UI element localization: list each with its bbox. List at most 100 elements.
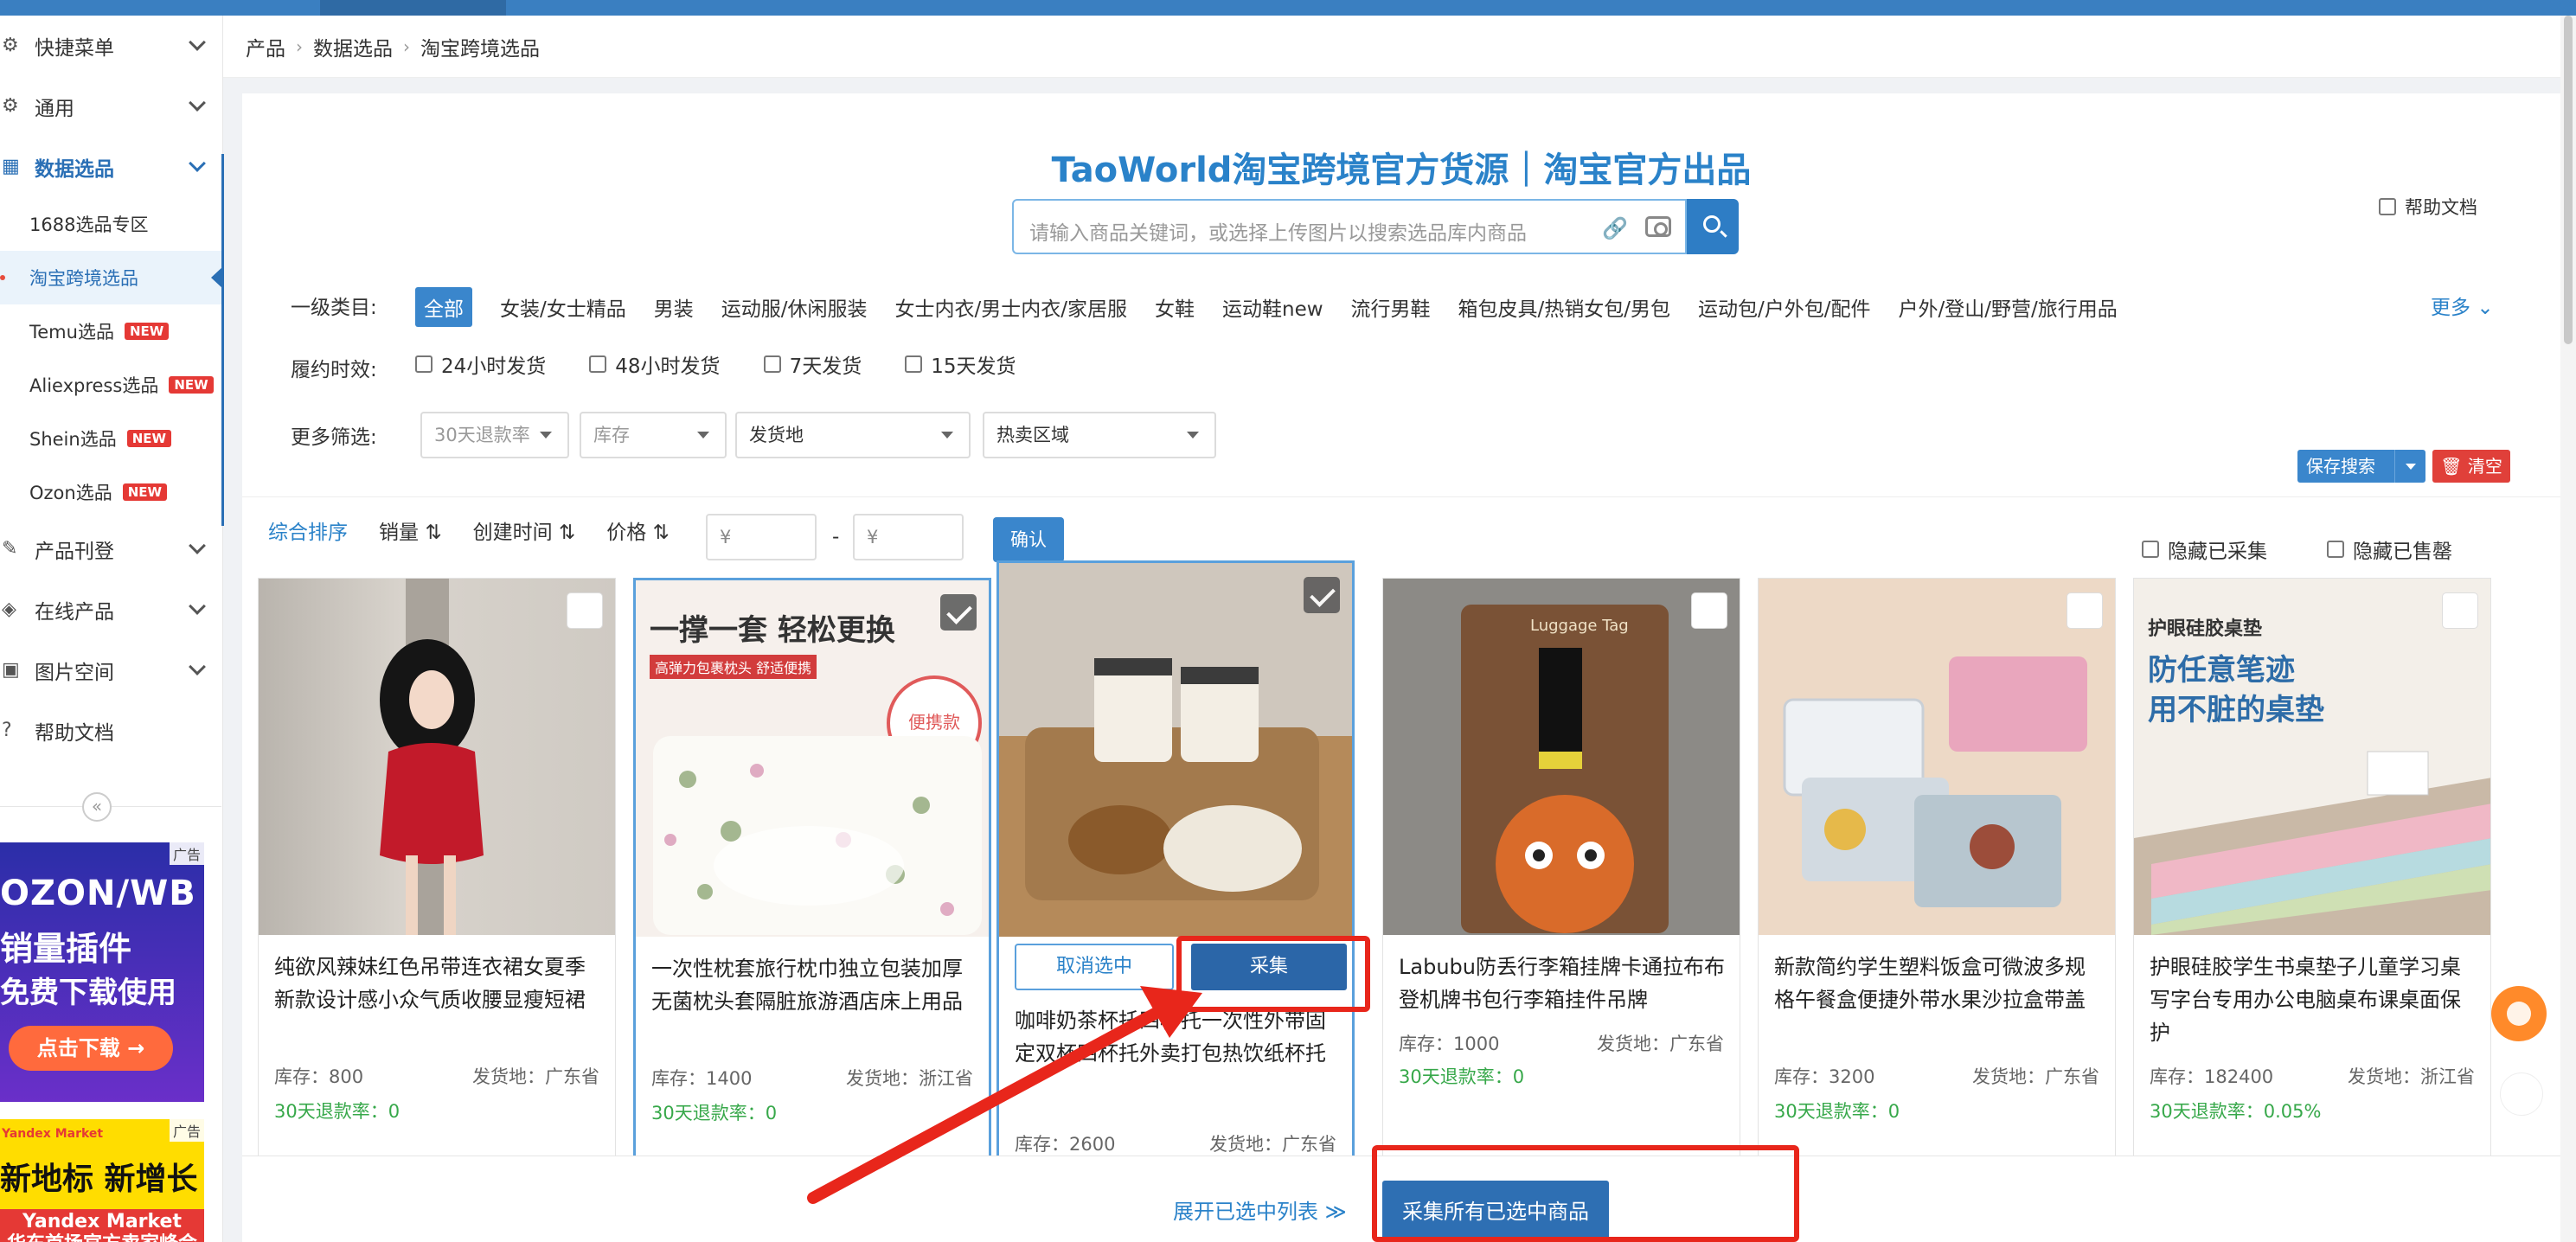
filter-label: 更多筛选: (291, 426, 377, 449)
price-min-input[interactable]: ¥ (706, 514, 817, 560)
menu-online-products[interactable]: ◈ 在线产品 (0, 579, 222, 640)
sidebar-item-taobao[interactable]: 淘宝跨境选品 (0, 251, 223, 304)
select-checkbox[interactable] (1304, 577, 1340, 613)
customer-service-icon[interactable] (2500, 1072, 2543, 1116)
expand-selected-list-link[interactable]: 展开已选中列表 ≫ (1173, 1194, 1347, 1225)
gear-icon: ⚙ (2, 95, 19, 117)
search-button[interactable] (1687, 199, 1739, 254)
product-image[interactable] (999, 563, 1352, 937)
product-title[interactable]: 护眼硅胶学生书桌垫子儿童学习桌写字台专用办公电脑桌布课桌面保护 (2150, 951, 2478, 1049)
menu-listing[interactable]: ✎ 产品刊登 (0, 519, 222, 579)
menu-general[interactable]: ⚙ 通用 (0, 76, 222, 137)
product-title[interactable]: Labubu防丢行李箱挂牌卡通拉布布登机牌书包行李箱挂件吊牌 (1399, 951, 1727, 1016)
product-card[interactable]: 纯欲风辣妹红色吊带连衣裙女夏季新款设计感小众气质收腰显瘦短裙 库存：800 发货… (258, 578, 616, 1242)
sort-created[interactable]: 创建时间 ⇅ (473, 515, 576, 545)
product-image[interactable]: Luggage Tag (1383, 579, 1740, 935)
hide-soldout-option[interactable]: 隐藏已售罄 (2327, 535, 2452, 564)
category-item[interactable]: 全部 (415, 287, 472, 327)
category-item[interactable]: 运动鞋new (1222, 292, 1323, 322)
menu-image-space[interactable]: ▣ 图片空间 (0, 640, 222, 701)
ozon-ad-banner[interactable]: 广告 OZON/WB 销量插件 免费下载使用 点击下载 → (0, 842, 204, 1102)
sidebar-item-temu[interactable]: Temu选品 NEW (0, 304, 222, 358)
ad-download-button[interactable]: 点击下载 → (9, 1026, 173, 1071)
more-categories-link[interactable]: 更多 ⌄ (2431, 291, 2494, 320)
yandex-ad-banner[interactable]: 广告 Yandex Market 新地标 新增长 Yandex Market 华… (0, 1119, 204, 1242)
search-input[interactable]: 请输入商品关键词，或选择上传图片以搜索选品库内商品 🔗 (1012, 199, 1687, 254)
product-card[interactable]: 一撑一套 轻松更换 高弹力包裹枕头 舒适便携 便携款 一次性枕套旅行枕巾独立包装… (633, 578, 991, 1242)
sidebar-item-shein[interactable]: Shein选品 NEW (0, 412, 222, 465)
hot-region-select[interactable]: 热卖区域 (983, 412, 1216, 458)
fulfil-option[interactable]: 24小时发货 (415, 349, 546, 379)
hide-collected-option[interactable]: 隐藏已采集 (2142, 535, 2267, 564)
product-image[interactable] (1759, 579, 2115, 935)
checkbox[interactable] (763, 355, 781, 373)
product-title[interactable]: 纯欲风辣妹红色吊带连衣裙女夏季新款设计感小众气质收腰显瘦短裙 (274, 951, 603, 1016)
product-card[interactable]: 新款简约学生塑料饭盒可微波多规格午餐盒便捷外带水果沙拉盒带盖 库存：3200 发… (1758, 578, 2116, 1242)
checkbox[interactable] (2327, 541, 2344, 558)
sort-sales[interactable]: 销量 ⇅ (379, 515, 442, 545)
ad-tag[interactable]: 广告 (169, 842, 204, 865)
fulfil-option[interactable]: 15天发货 (905, 349, 1016, 379)
stock-select[interactable]: 库存 (580, 412, 727, 458)
confirm-price-button[interactable]: 确认 (993, 517, 1064, 562)
new-badge: NEW (122, 483, 168, 501)
sort-default[interactable]: 综合排序 (268, 515, 348, 545)
camera-icon[interactable] (1645, 216, 1671, 237)
category-item[interactable]: 箱包皮具/热销女包/男包 (1458, 292, 1671, 322)
checkbox[interactable] (589, 355, 607, 373)
select-checkbox[interactable] (2067, 592, 2103, 629)
scrollbar-thumb[interactable] (2564, 16, 2573, 344)
sidebar-item-aliexpress[interactable]: Aliexpress选品 NEW (0, 358, 222, 412)
menu-help[interactable]: ? 帮助文档 (0, 701, 222, 761)
ad-tag[interactable]: 广告 (169, 1119, 204, 1142)
product-image[interactable] (259, 579, 615, 935)
cancel-select-button[interactable]: 取消选中 (1015, 944, 1174, 990)
product-card[interactable]: 取消选中 采集 咖啡奶茶杯托四杯托一次性外带固定双杯四杯托外卖打包热饮纸杯托 库… (996, 560, 1355, 1242)
sort-price[interactable]: 价格 ⇅ (606, 515, 670, 545)
chevron-down-icon: ⌄ (2477, 297, 2494, 319)
product-card[interactable]: Luggage Tag Labubu防丢行李箱挂牌卡通拉布布登机牌书包行李箱挂件… (1382, 578, 1740, 1242)
scrollbar[interactable] (2560, 16, 2576, 1242)
save-search-button[interactable]: 保存搜索 (2297, 450, 2425, 483)
collapse-sidebar-button[interactable]: « (82, 792, 112, 822)
category-item[interactable]: 运动服/休闲服装 (721, 292, 868, 322)
category-item[interactable]: 户外/登山/野营/旅行用品 (1899, 292, 2118, 322)
product-image[interactable]: 一撑一套 轻松更换 高弹力包裹枕头 舒适便携 便携款 (636, 580, 989, 937)
help-doc-link[interactable]: 帮助文档 (2379, 194, 2477, 220)
assistant-bot-icon[interactable] (2491, 986, 2547, 1041)
category-item[interactable]: 流行男鞋 (1351, 292, 1431, 322)
breadcrumb-item[interactable]: 产品 (246, 32, 285, 61)
price-max-input[interactable]: ¥ (853, 514, 964, 560)
category-item[interactable]: 男装 (654, 292, 694, 322)
category-item[interactable]: 女士内衣/男士内衣/家居服 (895, 292, 1128, 322)
product-card[interactable]: 护眼硅胶桌垫 防任意笔迹 用不脏的桌垫 护眼硅胶学生书桌垫子儿童学习桌写字台专用… (2133, 578, 2491, 1242)
sidebar-item-1688[interactable]: 1688选品专区 (0, 197, 222, 251)
menu-data-selection[interactable]: ▦ 数据选品 (0, 137, 222, 197)
category-item[interactable]: 女鞋 (1155, 292, 1195, 322)
clear-button[interactable]: 🗑 清空 (2432, 450, 2510, 483)
select-checkbox[interactable] (940, 594, 977, 631)
origin-select[interactable]: 发货地 (735, 412, 971, 458)
product-title[interactable]: 咖啡奶茶杯托四杯托一次性外带固定双杯四杯托外卖打包热饮纸杯托 (1015, 1004, 1343, 1070)
product-title[interactable]: 新款简约学生塑料饭盒可微波多规格午餐盒便捷外带水果沙拉盒带盖 (1774, 951, 2103, 1016)
checkbox[interactable] (415, 355, 433, 373)
checkbox[interactable] (905, 355, 923, 373)
help-doc-label: 帮助文档 (2405, 197, 2477, 218)
category-item[interactable]: 女装/女士精品 (500, 292, 626, 322)
fulfil-option[interactable]: 7天发货 (763, 349, 862, 379)
checkbox[interactable] (2142, 541, 2159, 558)
fulfil-option[interactable]: 48小时发货 (589, 349, 721, 379)
refund-rate-select[interactable]: 30天退款率 (420, 412, 569, 458)
breadcrumb-item[interactable]: 数据选品 (313, 32, 393, 61)
product-title[interactable]: 一次性枕套旅行枕巾独立包装加厚无菌枕头套隔脏旅游酒店床上用品 (651, 952, 980, 1018)
category-item[interactable]: 运动包/户外包/配件 (1698, 292, 1871, 322)
select-checkbox[interactable] (2442, 592, 2478, 629)
product-image[interactable]: 护眼硅胶桌垫 防任意笔迹 用不脏的桌垫 (2134, 579, 2490, 935)
dropdown-toggle[interactable] (2394, 450, 2425, 483)
link-icon[interactable]: 🔗 (1602, 216, 1628, 240)
select-checkbox[interactable] (1691, 592, 1727, 629)
menu-shortcut[interactable]: ⚙ 快捷菜单 (0, 16, 222, 76)
select-checkbox[interactable] (567, 592, 603, 629)
sidebar-item-ozon[interactable]: Ozon选品 NEW (0, 465, 222, 519)
top-nav-active-tab[interactable] (320, 0, 506, 16)
